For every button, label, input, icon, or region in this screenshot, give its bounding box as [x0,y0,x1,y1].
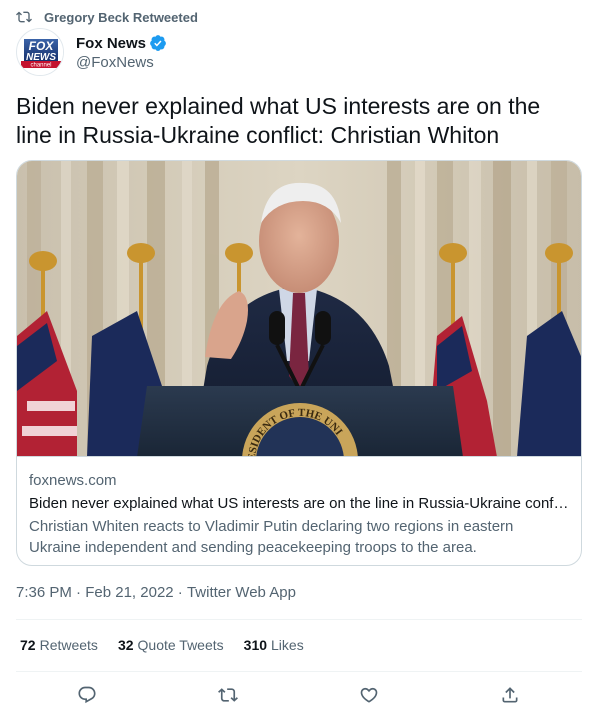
svg-text:channel: channel [30,63,51,69]
retweeted-by-label: Gregory Beck Retweeted [44,9,198,25]
link-preview-card[interactable]: ESIDENT OF THE UNI foxnews.com Biden nev… [16,160,582,566]
share-button[interactable] [493,680,527,714]
tweet-meta: 7:36 PM · Feb 21, 2022 · Twitter Web App [16,584,296,601]
speaker-at-podium-photo[interactable]: ESIDENT OF THE UNI [17,161,581,457]
quote-tweets-count: 32 [117,637,134,653]
handle[interactable]: @FoxNews [76,54,167,71]
likes-label: Likes [271,637,304,653]
retweets-label: Retweets [39,637,98,653]
svg-text:FOX: FOX [29,39,55,53]
divider [16,619,582,620]
fox-news-channel-logo: FOX NEWS channel [18,30,63,75]
retweets-count: 72 [20,637,36,653]
avatar[interactable]: FOX NEWS channel [16,28,64,76]
link-description: Christian Whiten reacts to Vladimir Puti… [29,518,514,556]
tweet-time[interactable]: 7:36 PM [16,584,72,601]
like-icon [359,685,379,710]
divider [16,671,582,672]
tweet-source[interactable]: Twitter Web App [187,584,296,601]
link-title: Biden never explained what US interests … [29,495,569,512]
like-button[interactable] [352,680,386,714]
quote-tweets-stat[interactable]: 32 Quote Tweets [118,637,224,653]
action-bar [0,680,598,712]
tweet-author: FOX NEWS channel Fox News @FoxNews [16,28,167,76]
tweet-stats: 72 Retweets 32 Quote Tweets 310 Likes [20,637,324,653]
display-name[interactable]: Fox News [76,35,146,52]
retweet-icon [218,685,238,710]
link-domain: foxnews.com [29,472,117,489]
reply-icon [77,685,97,710]
tweet-date[interactable]: Feb 21, 2022 [85,584,173,601]
likes-count: 310 [243,637,268,653]
meta-separator: · [173,584,187,601]
meta-separator: · [71,584,86,601]
share-icon [500,685,520,710]
quote-tweets-label: Quote Tweets [137,637,224,653]
social-context[interactable]: Gregory Beck Retweeted [16,9,198,25]
reply-button[interactable] [70,680,104,714]
retweet-icon [16,9,32,25]
retweets-stat[interactable]: 72 Retweets [20,637,98,653]
retweet-button[interactable] [211,680,245,714]
svg-text:NEWS: NEWS [26,52,56,63]
link-card-body[interactable]: foxnews.com Biden never explained what U… [17,457,581,565]
likes-stat[interactable]: 310 Likes [244,637,304,653]
tweet-text: Biden never explained what US interests … [16,93,541,148]
verified-badge-icon [149,34,167,52]
author-names: Fox News @FoxNews [76,33,167,71]
